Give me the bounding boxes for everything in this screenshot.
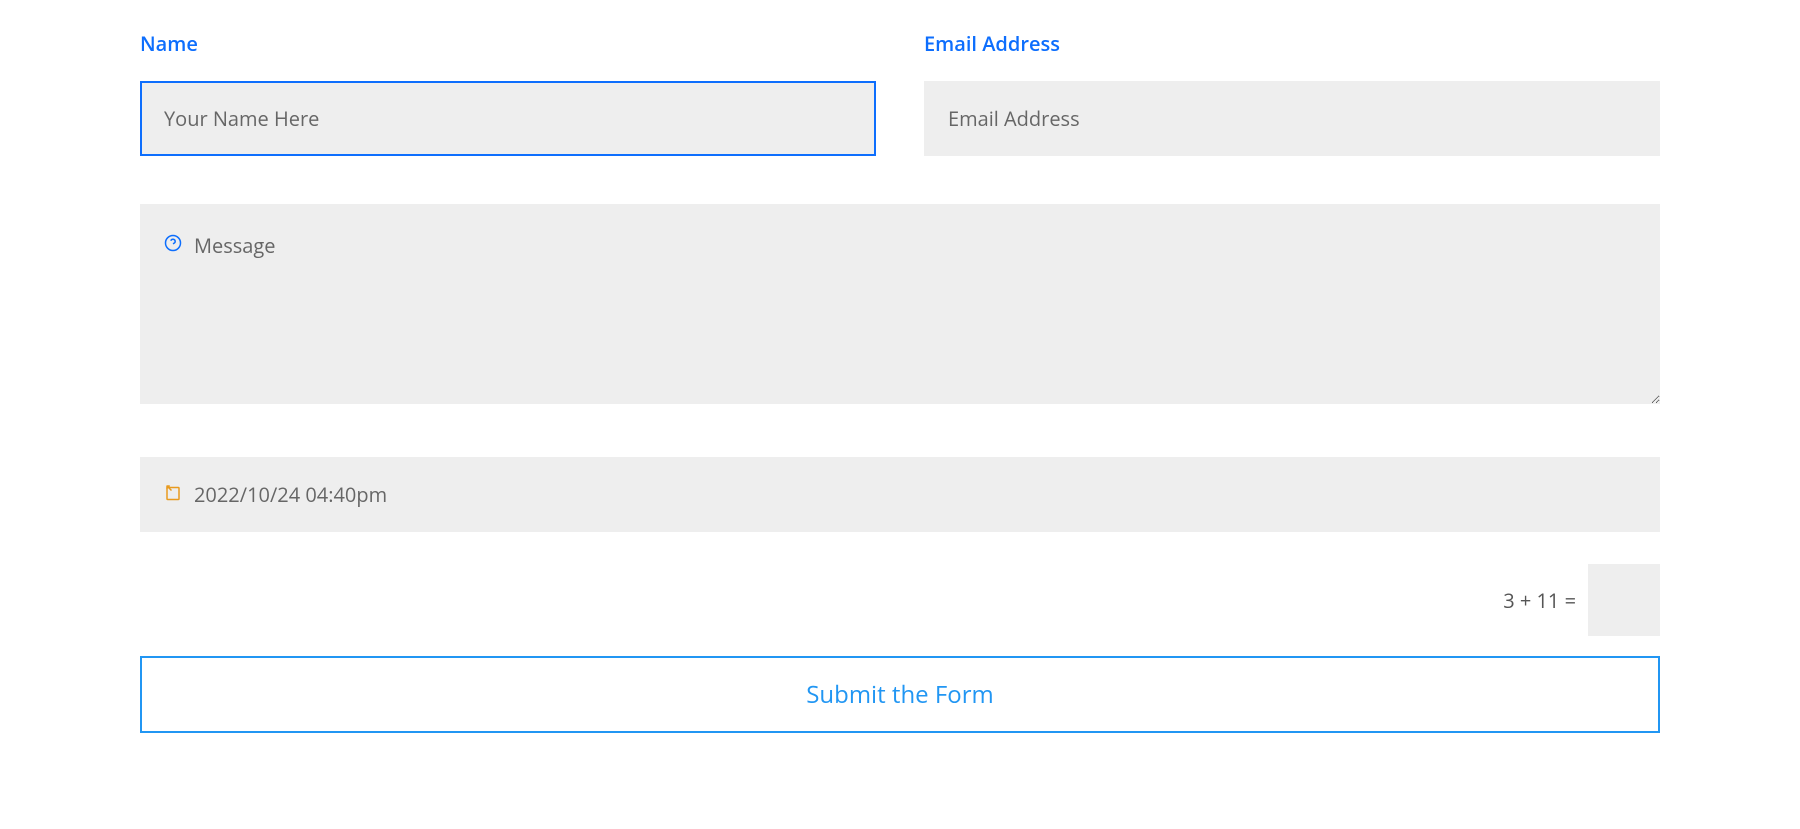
datetime-input[interactable]: [140, 457, 1660, 532]
name-email-row: Name Email Address: [140, 30, 1660, 156]
message-field-group: [140, 204, 1660, 409]
captcha-input[interactable]: [1588, 564, 1660, 636]
name-input[interactable]: [140, 81, 876, 156]
email-label: Email Address: [924, 30, 1660, 57]
name-field-group: Name: [140, 30, 876, 156]
name-label: Name: [140, 30, 876, 57]
datetime-field-group: [140, 457, 1660, 532]
contact-form: Name Email Address 3 + 11 =: [140, 30, 1660, 733]
email-input[interactable]: [924, 81, 1660, 156]
captcha-row: 3 + 11 =: [140, 564, 1660, 636]
captcha-question: 3 + 11 =: [1503, 587, 1576, 614]
submit-button[interactable]: Submit the Form: [140, 656, 1660, 733]
email-field-group: Email Address: [924, 30, 1660, 156]
message-textarea[interactable]: [140, 204, 1660, 404]
help-icon: [164, 234, 182, 252]
datetime-icon: [164, 483, 182, 501]
